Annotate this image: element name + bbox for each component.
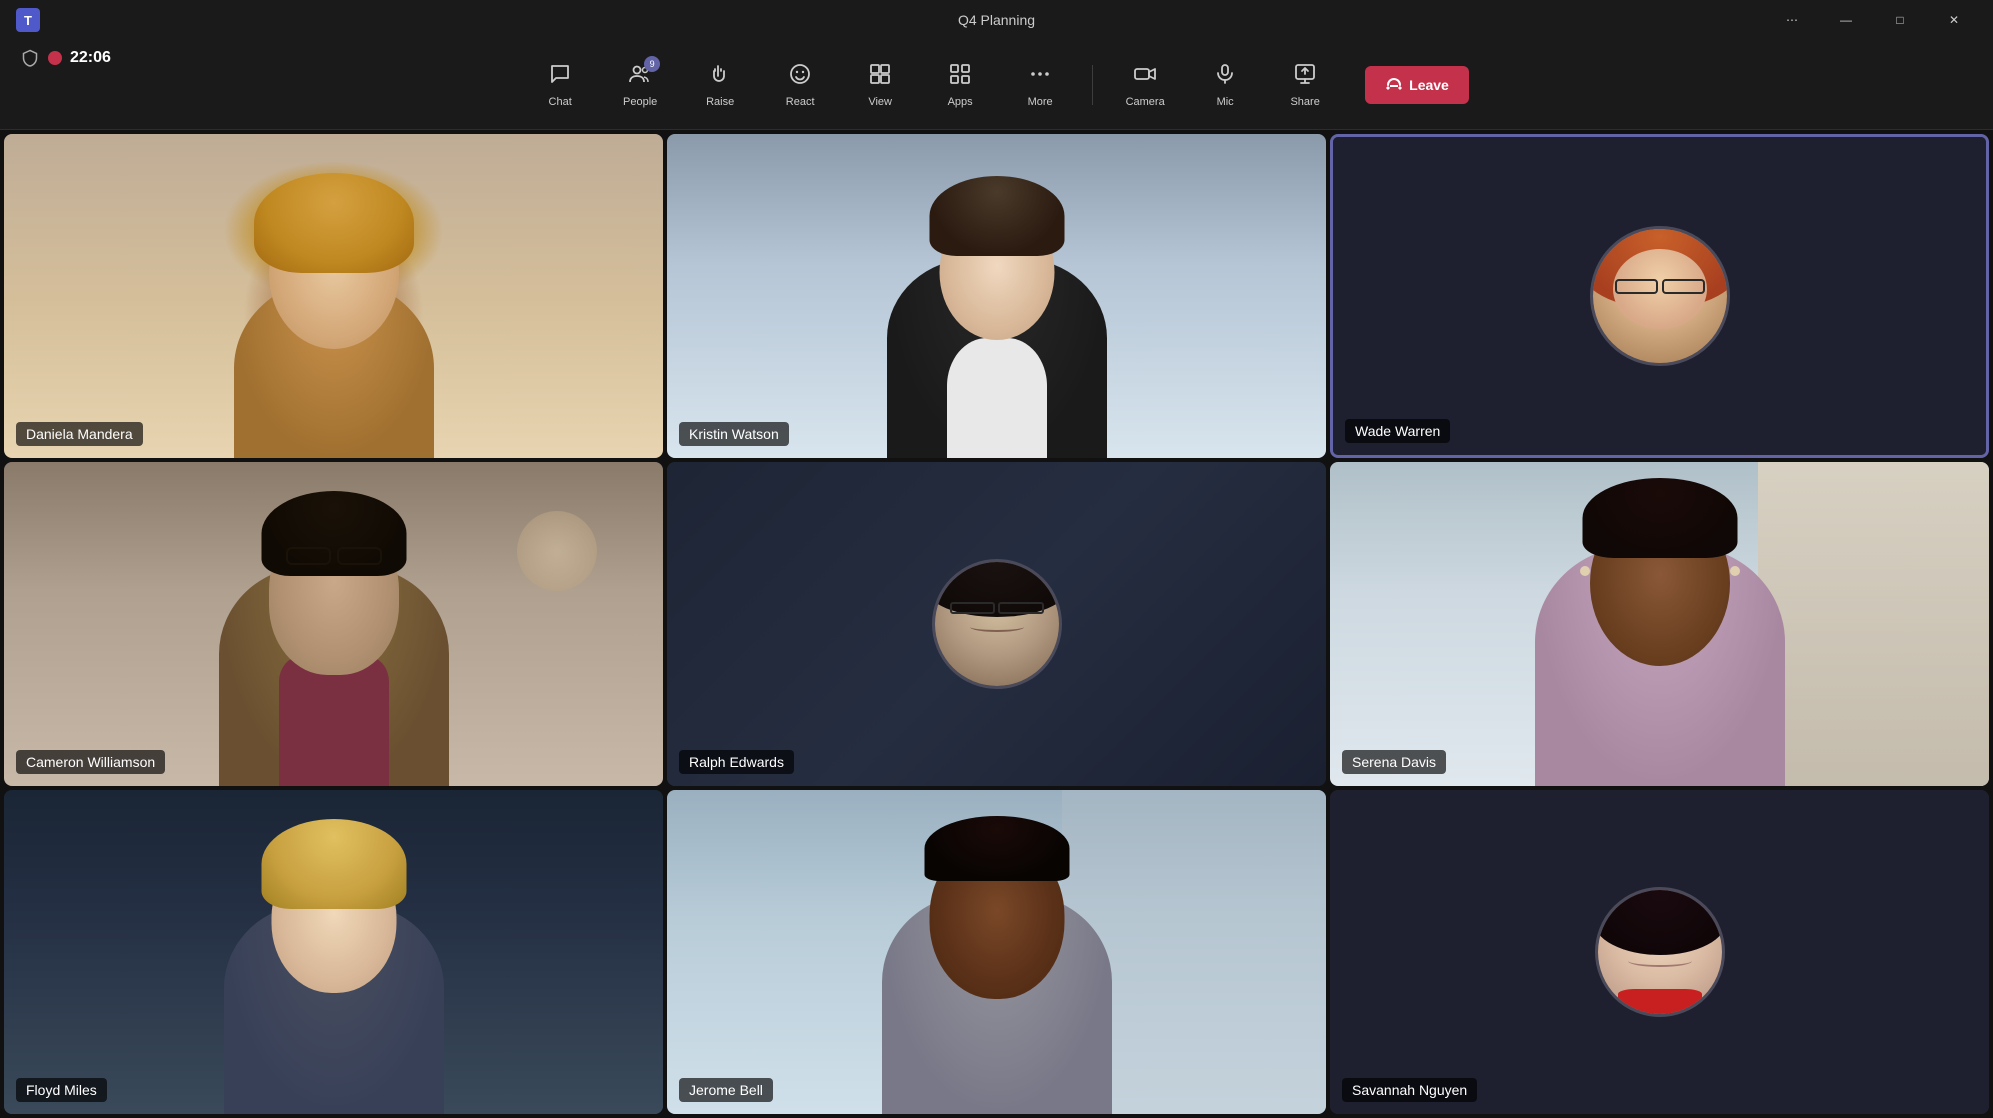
share-button[interactable]: Share xyxy=(1269,49,1341,121)
name-label-kristin: Kristin Watson xyxy=(679,422,789,446)
people-count-badge: 9 xyxy=(644,56,660,72)
blouse-kristin xyxy=(947,338,1047,458)
shield-icon xyxy=(20,48,40,68)
chat-icon xyxy=(548,62,572,92)
avatar-collar-savannah xyxy=(1618,989,1702,1014)
video-cell-jerome: Jerome Bell xyxy=(667,790,1326,1114)
name-label-ralph: Ralph Edwards xyxy=(679,750,794,774)
video-cell-daniela: Daniela Mandera xyxy=(4,134,663,458)
recording-indicator xyxy=(48,51,62,65)
title-bar-left: T xyxy=(16,8,40,32)
leave-phone-icon xyxy=(1385,76,1403,94)
name-label-daniela: Daniela Mandera xyxy=(16,422,143,446)
avatar-smile-savannah xyxy=(1628,955,1692,967)
video-cell-serena: Serena Davis xyxy=(1330,462,1989,786)
teams-logo-icon: T xyxy=(16,8,40,32)
people-button[interactable]: 9 People xyxy=(604,49,676,121)
more-options-button[interactable]: ⋯ xyxy=(1769,4,1815,36)
avatar-glasses-wade xyxy=(1615,279,1705,294)
hair-floyd xyxy=(261,819,406,909)
avatar-glasses-ralph xyxy=(950,602,1044,614)
title-bar: T Q4 Planning ⋯ — □ ✕ xyxy=(0,0,1993,40)
react-button[interactable]: React xyxy=(764,49,836,121)
hair-jerome xyxy=(924,816,1069,881)
svg-text:T: T xyxy=(24,13,32,28)
camera-button[interactable]: Camera xyxy=(1109,49,1181,121)
avatar-ralph xyxy=(932,559,1062,689)
view-button[interactable]: View xyxy=(844,49,916,121)
share-icon xyxy=(1293,62,1317,92)
video-cell-floyd: Floyd Miles xyxy=(4,790,663,1114)
leave-button[interactable]: Leave xyxy=(1365,66,1469,104)
window-title: Q4 Planning xyxy=(958,12,1035,28)
name-label-serena: Serena Davis xyxy=(1342,750,1446,774)
hair-kristin xyxy=(929,176,1064,256)
people-icon: 9 xyxy=(628,62,652,92)
minimize-button[interactable]: — xyxy=(1823,4,1869,36)
glasses-cameron xyxy=(274,547,394,565)
camera-icon xyxy=(1133,62,1157,92)
mic-button[interactable]: Mic xyxy=(1189,49,1261,121)
hair-serena xyxy=(1582,478,1737,558)
meeting-timer: 22:06 xyxy=(70,49,111,67)
video-grid: Daniela Mandera Kristin Watson xyxy=(0,130,1993,1118)
toolbar: Chat 9 People Raise xyxy=(0,40,1993,130)
name-label-wade: Wade Warren xyxy=(1345,419,1450,443)
raise-button[interactable]: Raise xyxy=(684,49,756,121)
video-cell-kristin: Kristin Watson xyxy=(667,134,1326,458)
title-bar-controls: ⋯ — □ ✕ xyxy=(1769,4,1977,36)
video-cell-savannah: Savannah Nguyen xyxy=(1330,790,1989,1114)
earring-serena-r xyxy=(1730,566,1740,576)
apps-button[interactable]: Apps xyxy=(924,49,996,121)
earring-serena-l xyxy=(1580,566,1590,576)
avatar-savannah xyxy=(1595,887,1725,1017)
hair-daniela xyxy=(254,173,414,273)
toolbar-separator xyxy=(1092,65,1093,105)
shirt-cameron xyxy=(279,656,389,786)
name-label-jerome: Jerome Bell xyxy=(679,1078,773,1102)
close-button[interactable]: ✕ xyxy=(1931,4,1977,36)
more-button[interactable]: More xyxy=(1004,49,1076,121)
name-label-cameron: Cameron Williamson xyxy=(16,750,165,774)
more-icon xyxy=(1028,62,1052,92)
video-cell-ralph: Ralph Edwards xyxy=(667,462,1326,786)
name-label-savannah: Savannah Nguyen xyxy=(1342,1078,1477,1102)
bookshelf-serena xyxy=(1758,462,1989,786)
avatar-hair-savannah xyxy=(1598,890,1722,955)
apps-icon xyxy=(948,62,972,92)
chat-button[interactable]: Chat xyxy=(524,49,596,121)
decor-cameron xyxy=(517,511,597,591)
view-icon xyxy=(868,62,892,92)
status-bar: 22:06 xyxy=(20,48,111,68)
react-icon xyxy=(788,62,812,92)
avatar-wade xyxy=(1590,226,1730,366)
avatar-smile-ralph xyxy=(970,622,1024,632)
raise-icon xyxy=(708,62,732,92)
video-cell-wade: Wade Warren xyxy=(1330,134,1989,458)
maximize-button[interactable]: □ xyxy=(1877,4,1923,36)
video-cell-cameron: Cameron Williamson xyxy=(4,462,663,786)
name-label-floyd: Floyd Miles xyxy=(16,1078,107,1102)
mic-icon xyxy=(1213,62,1237,92)
